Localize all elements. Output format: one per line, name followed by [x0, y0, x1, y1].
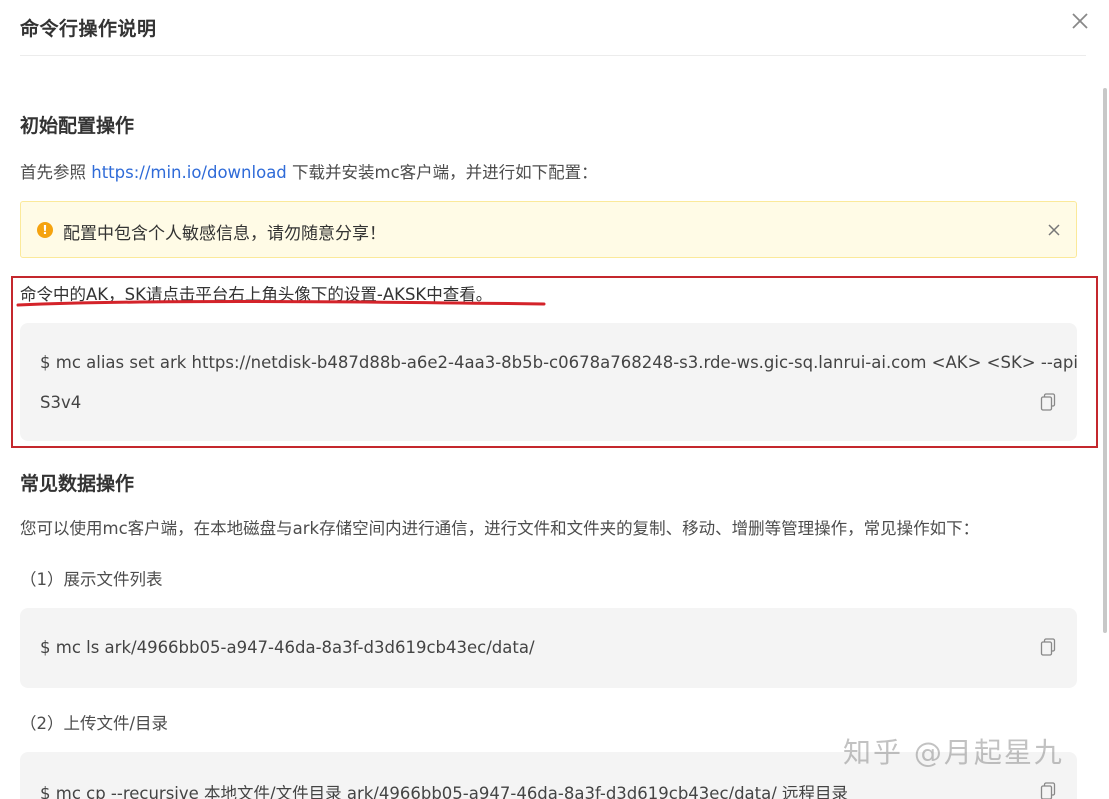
- list-files-command: $ mc ls ark/4966bb05-a947-46da-8a3f-d3d6…: [40, 638, 535, 657]
- common-ops-intro: 您可以使用mc客户端，在本地磁盘与ark存储空间内进行通信，进行文件和文件夹的复…: [20, 519, 980, 538]
- command-line-help-modal: 命令行操作说明 初始配置操作 首先参照 https://min.io/downl…: [0, 0, 1109, 799]
- warning-icon: !: [37, 222, 53, 238]
- config-command-line1: $ mc alias set ark https://netdisk-b487d…: [40, 353, 1078, 372]
- zhihu-watermark: 知乎 @月起星九: [843, 736, 1064, 769]
- intro-text-before: 首先参照: [20, 163, 92, 182]
- alert-text: 配置中包含个人敏感信息，请勿随意分享！: [63, 224, 386, 244]
- common-ops-heading: 常见数据操作: [20, 473, 135, 495]
- alert-close-icon[interactable]: [1046, 222, 1062, 238]
- copy-icon[interactable]: [1040, 782, 1056, 799]
- step-upload-label: （2）上传文件/目录: [20, 714, 169, 733]
- config-command-line2: S3v4: [40, 393, 82, 412]
- modal-title: 命令行操作说明: [20, 18, 157, 40]
- list-files-command-block: $ mc ls ark/4966bb05-a947-46da-8a3f-d3d6…: [20, 608, 1077, 688]
- sensitive-info-alert: ! 配置中包含个人敏感信息，请勿随意分享！: [20, 201, 1077, 258]
- scrollbar[interactable]: [1103, 88, 1107, 633]
- config-command-block: $ mc alias set ark https://netdisk-b487d…: [20, 323, 1078, 441]
- close-icon[interactable]: [1067, 8, 1093, 34]
- minio-download-link[interactable]: https://min.io/download: [91, 163, 287, 182]
- initial-config-heading: 初始配置操作: [20, 115, 135, 137]
- modal-header: 命令行操作说明: [20, 0, 1086, 56]
- initial-config-intro: 首先参照 https://min.io/download 下载并安装mc客户端，…: [20, 159, 598, 183]
- upload-command: $ mc cp --recursive 本地文件/文件目录 ark/4966bb…: [40, 784, 849, 799]
- red-underline-annotation: [16, 300, 546, 307]
- intro-text-after: 下载并安装mc客户端，并进行如下配置：: [286, 163, 598, 182]
- copy-icon[interactable]: [1040, 393, 1056, 411]
- copy-icon[interactable]: [1040, 638, 1056, 656]
- step-list-files-label: （1）展示文件列表: [20, 570, 163, 589]
